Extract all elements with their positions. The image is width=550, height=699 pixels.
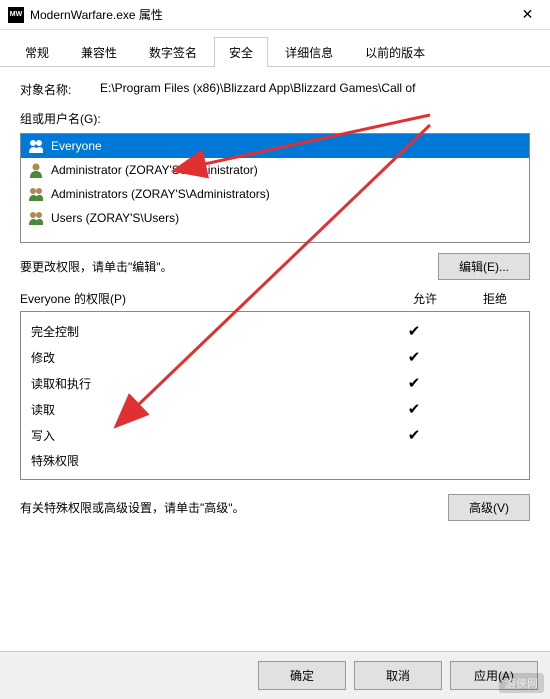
group-name: Users (ZORAY'S\Users) <box>51 211 179 225</box>
permissions-header: Everyone 的权限(P) 允许 拒绝 <box>20 290 530 307</box>
permission-name: 特殊权限 <box>31 452 379 469</box>
watermark: 游侠网 <box>499 673 544 693</box>
group-item[interactable]: Administrators (ZORAY'S\Administrators) <box>21 182 529 206</box>
security-tab-content: 对象名称: E:\Program Files (x86)\Blizzard Ap… <box>0 67 550 543</box>
group-name: Administrator (ZORAY'S\Administrator) <box>51 163 258 177</box>
permission-name: 读取和执行 <box>31 375 379 392</box>
advanced-button[interactable]: 高级(V) <box>448 494 530 521</box>
object-path: E:\Program Files (x86)\Blizzard App\Bliz… <box>100 81 530 98</box>
tab-5[interactable]: 以前的版本 <box>350 37 440 67</box>
tab-0[interactable]: 常规 <box>10 37 64 67</box>
permissions-list: 完全控制 ✔ 修改 ✔ 读取和执行 ✔ 读取 ✔ 写入 ✔ 特殊权限 <box>20 311 530 480</box>
edit-hint: 要更改权限，请单击"编辑"。 <box>20 258 438 275</box>
edit-button[interactable]: 编辑(E)... <box>438 253 530 280</box>
permission-name: 完全控制 <box>31 323 379 340</box>
permission-row: 读取 ✔ <box>21 396 529 422</box>
allow-col-header: 允许 <box>390 290 460 307</box>
tab-1[interactable]: 兼容性 <box>66 37 132 67</box>
permission-name: 读取 <box>31 401 379 418</box>
group-item[interactable]: Administrator (ZORAY'S\Administrator) <box>21 158 529 182</box>
advanced-row: 有关特殊权限或高级设置，请单击"高级"。 高级(V) <box>20 494 530 521</box>
permission-row: 特殊权限 <box>21 448 529 473</box>
groups-label: 组或用户名(G): <box>20 110 530 127</box>
edit-row: 要更改权限，请单击"编辑"。 编辑(E)... <box>20 253 530 280</box>
permission-row: 写入 ✔ <box>21 422 529 448</box>
tab-4[interactable]: 详细信息 <box>270 37 348 67</box>
permission-row: 完全控制 ✔ <box>21 318 529 344</box>
tab-2[interactable]: 数字签名 <box>134 37 212 67</box>
app-icon: MW <box>8 7 24 23</box>
ok-button[interactable]: 确定 <box>258 661 346 690</box>
object-name-row: 对象名称: E:\Program Files (x86)\Blizzard Ap… <box>20 81 530 98</box>
cancel-button[interactable]: 取消 <box>354 661 442 690</box>
allow-mark: ✔ <box>379 426 449 444</box>
allow-mark: ✔ <box>379 322 449 340</box>
group-item[interactable]: Everyone <box>21 134 529 158</box>
allow-mark: ✔ <box>379 374 449 392</box>
titlebar: MW ModernWarfare.exe 属性 ✕ <box>0 0 550 30</box>
deny-col-header: 拒绝 <box>460 290 530 307</box>
window-title: ModernWarfare.exe 属性 <box>30 6 505 23</box>
group-name: Everyone <box>51 139 102 153</box>
allow-mark: ✔ <box>379 348 449 366</box>
advanced-hint: 有关特殊权限或高级设置，请单击"高级"。 <box>20 499 448 516</box>
permission-row: 修改 ✔ <box>21 344 529 370</box>
dialog-buttons: 确定 取消 应用(A) <box>0 651 550 699</box>
tab-3[interactable]: 安全 <box>214 37 268 67</box>
object-name-label: 对象名称: <box>20 81 100 98</box>
permission-name: 修改 <box>31 349 379 366</box>
group-item[interactable]: Users (ZORAY'S\Users) <box>21 206 529 230</box>
close-button[interactable]: ✕ <box>505 0 550 30</box>
group-name: Administrators (ZORAY'S\Administrators) <box>51 187 270 201</box>
groups-list[interactable]: Everyone Administrator (ZORAY'S\Administ… <box>20 133 530 243</box>
allow-mark: ✔ <box>379 400 449 418</box>
permissions-label: Everyone 的权限(P) <box>20 290 390 307</box>
tabs-row: 常规兼容性数字签名安全详细信息以前的版本 <box>0 30 550 67</box>
permission-name: 写入 <box>31 427 379 444</box>
permission-row: 读取和执行 ✔ <box>21 370 529 396</box>
